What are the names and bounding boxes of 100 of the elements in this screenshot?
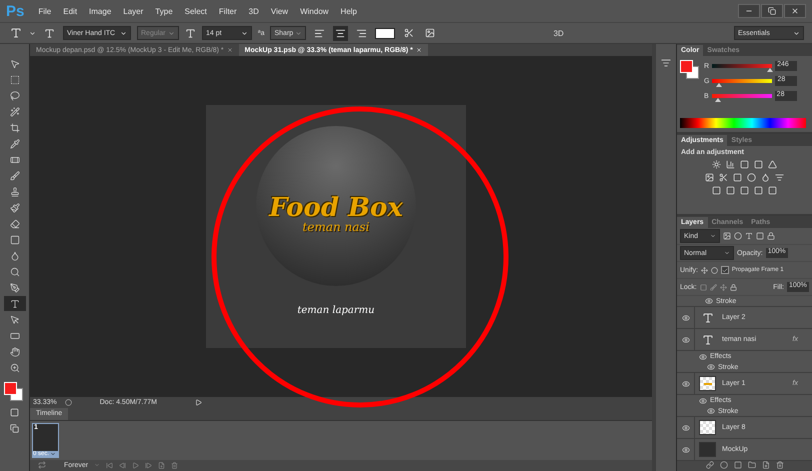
eye-icon[interactable] [699, 352, 707, 360]
type-icon [10, 27, 22, 39]
color-swatches[interactable] [680, 60, 702, 82]
crop-icon [10, 122, 20, 132]
filter-icon[interactable] [734, 232, 742, 240]
menu-item[interactable]: File [38, 6, 52, 16]
type-icon [702, 312, 714, 324]
caret-icon [94, 462, 100, 468]
eye-icon[interactable] [682, 314, 690, 322]
history-panel-icon[interactable] [661, 58, 671, 68]
caret-icon [241, 30, 248, 36]
menu-item[interactable]: Window [300, 6, 329, 16]
layer-action-icon[interactable] [762, 461, 770, 469]
tagline-text: teman laparmu [297, 305, 375, 316]
adjustment-icon[interactable] [705, 173, 714, 182]
previous-frame-icon[interactable] [119, 462, 126, 469]
eye-icon[interactable] [707, 363, 715, 371]
eye-icon[interactable] [705, 297, 713, 305]
restore-icon [768, 7, 776, 15]
caret-icon [295, 30, 302, 36]
close-button[interactable] [784, 4, 806, 18]
filter-icon[interactable] [723, 232, 731, 240]
layer-thumbnail [699, 376, 716, 391]
close-icon[interactable] [226, 47, 233, 53]
adjustment-icon[interactable] [775, 173, 784, 182]
layer-action-icon[interactable] [776, 461, 784, 469]
menu-item[interactable]: Select [184, 6, 207, 16]
close-icon [791, 7, 799, 15]
filter-icon[interactable] [767, 232, 775, 240]
color-swatches[interactable] [4, 382, 26, 404]
tool-button[interactable] [4, 296, 26, 311]
menu-item[interactable]: Image [89, 6, 112, 16]
eye-icon[interactable] [682, 446, 690, 454]
lasso-icon [10, 90, 20, 100]
windows-icon [10, 424, 19, 433]
image-icon [424, 28, 435, 38]
trash-icon[interactable] [171, 462, 178, 469]
move-icon[interactable] [720, 284, 727, 290]
hand-icon [10, 346, 20, 356]
rectangle-icon [10, 330, 20, 340]
menu-item[interactable]: Filter [218, 6, 237, 16]
zoom-icon [10, 362, 20, 372]
caret-icon [168, 30, 175, 36]
move-icon[interactable] [700, 266, 708, 274]
menu-item[interactable]: Edit [63, 6, 78, 16]
type-icon [44, 28, 55, 38]
restore-button[interactable] [761, 4, 783, 18]
filter-icon[interactable] [756, 232, 764, 240]
next-frame-icon[interactable] [145, 462, 152, 469]
caret-icon [793, 30, 800, 36]
menu-item[interactable]: Help [340, 6, 357, 16]
type-icon [10, 298, 20, 308]
type-icon [702, 334, 714, 346]
pen-icon [10, 282, 20, 292]
font-size-icon [185, 28, 196, 38]
scissors-icon [404, 28, 414, 38]
logo-subtitle: teman nasi [302, 221, 370, 233]
propagate-checkbox[interactable] [720, 266, 729, 274]
new-frame-icon[interactable] [158, 462, 166, 469]
first-frame-icon[interactable] [106, 462, 114, 469]
bandage-icon [10, 154, 20, 164]
eye-icon[interactable] [682, 336, 690, 344]
adjustment-icon[interactable] [712, 160, 721, 169]
align-center-button[interactable] [333, 26, 348, 40]
mode-label: 3D [553, 28, 564, 38]
wand-icon [10, 106, 20, 116]
adjustment-icon[interactable] [726, 160, 735, 169]
layer-thumbnail [699, 420, 716, 435]
caret-icon [120, 30, 127, 36]
droplet-icon [10, 250, 20, 260]
menu-item[interactable]: 3D [248, 6, 259, 16]
stamp-icon [10, 186, 20, 196]
circle-icon [64, 399, 72, 406]
menu-item[interactable]: Layer [123, 6, 144, 16]
adjustment-icon[interactable] [719, 173, 728, 182]
magnifier-icon [10, 266, 20, 276]
logo-title: Food Box [269, 195, 403, 221]
color-spectrum[interactable] [680, 118, 806, 128]
layer-thumbnail [699, 442, 716, 457]
caret-icon [724, 250, 730, 256]
menu-item[interactable]: Type [155, 6, 173, 16]
eye-icon[interactable] [707, 407, 715, 415]
eye-icon[interactable] [699, 396, 707, 404]
color-swatch[interactable] [375, 28, 396, 38]
paintbrush-icon [10, 202, 20, 212]
lock-icon[interactable] [730, 284, 737, 290]
brush-icon[interactable] [710, 284, 717, 290]
eye-icon[interactable] [682, 424, 690, 432]
pipette-icon [10, 138, 20, 148]
loop-icon[interactable] [38, 461, 46, 470]
circle-icon[interactable] [710, 266, 718, 274]
layer-action-icon[interactable] [706, 461, 714, 469]
filter-icon[interactable] [745, 232, 753, 240]
eye-icon[interactable] [682, 380, 690, 388]
arrow-pointer-icon [10, 58, 20, 68]
caret-icon [50, 450, 56, 456]
layer-action-icon[interactable] [748, 461, 756, 469]
align-center-icon [335, 28, 346, 38]
menu-item[interactable]: View [270, 6, 288, 16]
eraser-icon [10, 218, 20, 228]
